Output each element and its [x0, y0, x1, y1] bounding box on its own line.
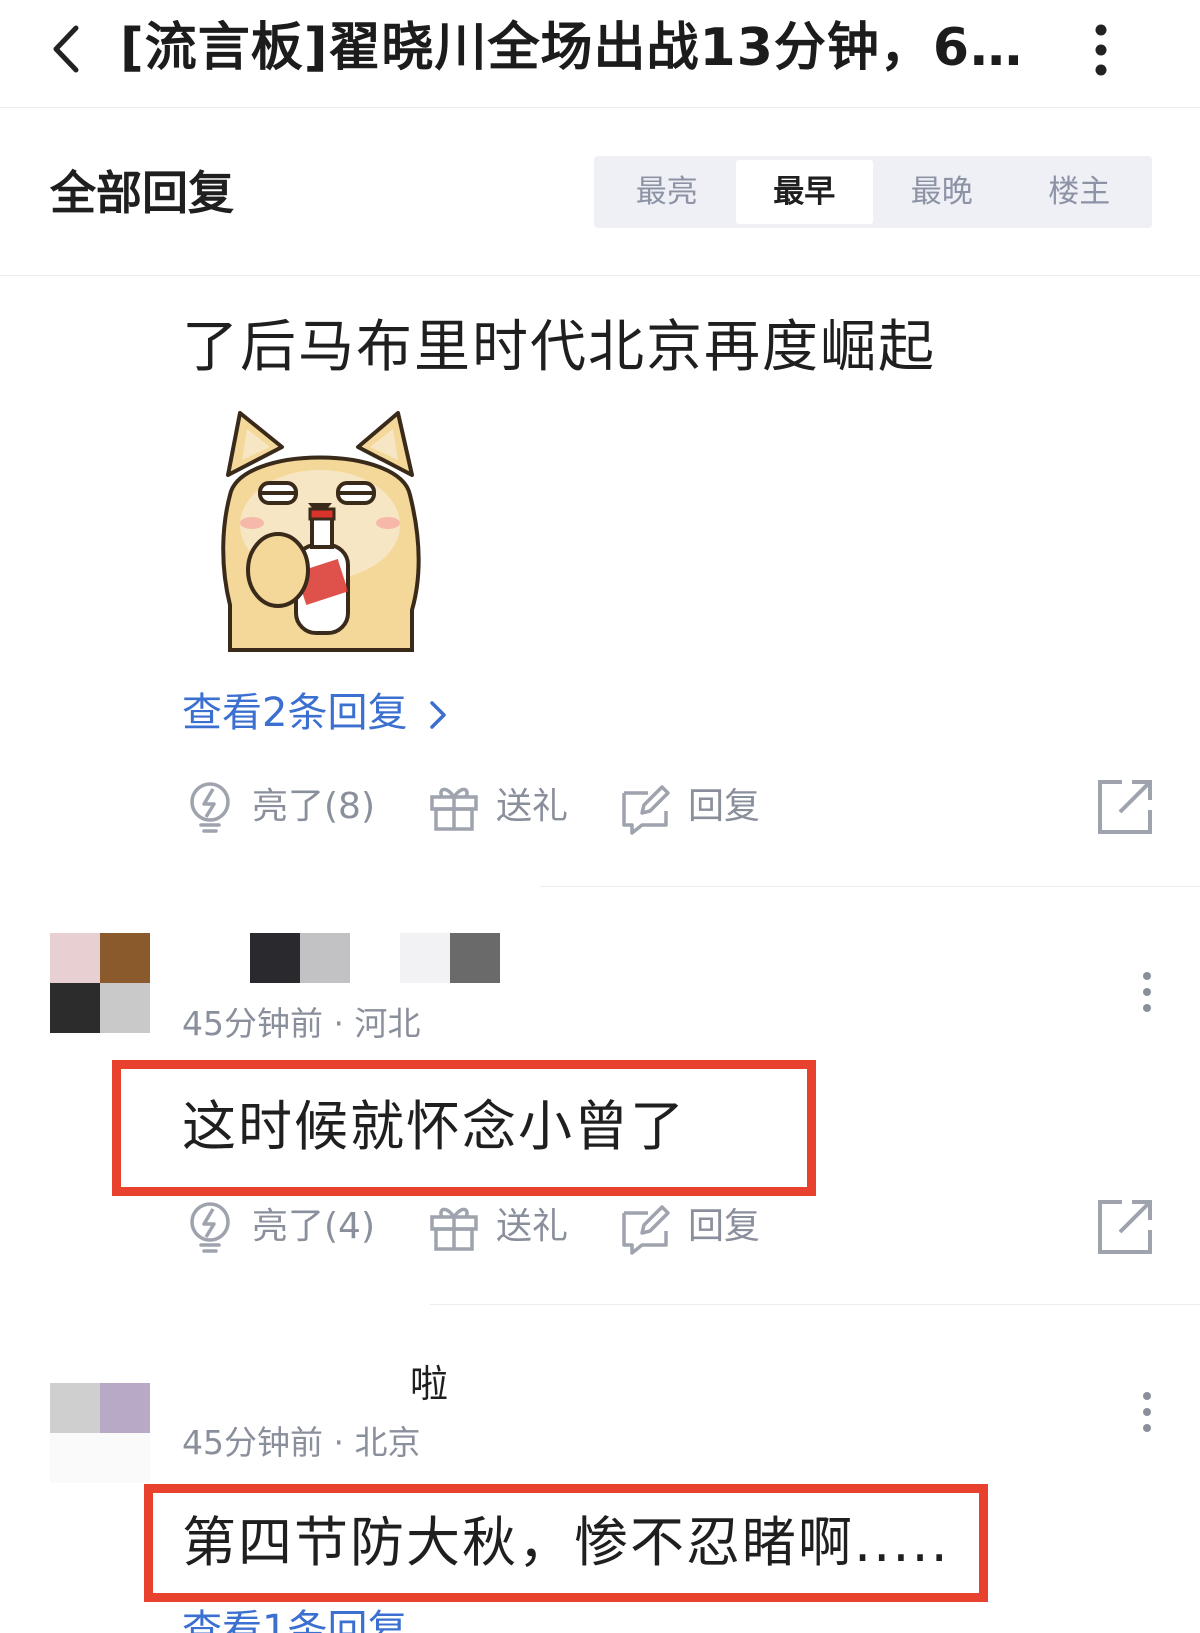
divider — [430, 1304, 1200, 1305]
reply-button[interactable]: 回复 — [618, 1192, 760, 1262]
replies-header: 全部回复 最亮 最早 最晚 楼主 — [0, 108, 1200, 276]
view-replies-link[interactable]: 查看2条回复 — [182, 685, 450, 741]
more-vertical-icon — [1143, 1392, 1151, 1432]
more-vertical-icon — [1095, 24, 1107, 76]
comment-more-button[interactable] — [1132, 1382, 1162, 1442]
comment-text: 这时候就怀念小曾了 — [182, 1095, 686, 1158]
comment-meta: 45分钟前 · 北京 — [182, 1423, 421, 1462]
chevron-right-icon — [430, 701, 446, 729]
username-redacted — [400, 933, 500, 983]
view-replies-link[interactable]: 查看1条回复 — [182, 1602, 407, 1633]
tab-brightest[interactable]: 最亮 — [598, 160, 736, 224]
username-partial: 啦 — [410, 1362, 449, 1406]
dog-sticker-icon — [221, 411, 421, 652]
more-vertical-icon — [1143, 972, 1151, 1012]
username-redacted — [250, 933, 350, 983]
tab-latest[interactable]: 最晚 — [873, 160, 1011, 224]
sort-tabs: 最亮 最早 最晚 楼主 — [594, 156, 1152, 228]
share-button[interactable] — [1094, 776, 1156, 838]
comment-actions: 亮了(4) 送礼 回复 — [0, 1192, 1200, 1262]
like-button[interactable]: 亮了(4) — [182, 1192, 375, 1262]
back-button[interactable] — [34, 14, 104, 84]
avatar[interactable] — [50, 933, 150, 1033]
lightbulb-icon — [190, 1202, 230, 1253]
reply-button[interactable]: 回复 — [618, 772, 760, 842]
edit-reply-icon — [622, 785, 670, 835]
more-options-button[interactable] — [1076, 14, 1126, 84]
share-button[interactable] — [1094, 1196, 1156, 1258]
lightbulb-icon — [190, 782, 230, 833]
tab-op-only[interactable]: 楼主 — [1011, 160, 1149, 224]
gift-icon — [430, 1207, 478, 1251]
gift-icon — [430, 787, 478, 831]
gift-button[interactable]: 送礼 — [426, 1192, 568, 1262]
sticker-image — [200, 405, 440, 655]
edit-reply-icon — [622, 1205, 670, 1255]
divider — [540, 886, 1200, 887]
back-arrow-icon — [53, 25, 79, 73]
comment-meta: 45分钟前 · 河北 — [182, 1004, 421, 1043]
tab-earliest[interactable]: 最早 — [735, 160, 873, 224]
gift-button[interactable]: 送礼 — [426, 772, 568, 842]
page-title: [流言板]翟晓川全场出战13分钟，6… — [120, 18, 1024, 78]
section-title: 全部回复 — [50, 166, 234, 220]
avatar[interactable] — [50, 1383, 150, 1483]
like-button[interactable]: 亮了(8) — [182, 772, 375, 842]
thread-page: [流言板]翟晓川全场出战13分钟，6… 全部回复 最亮 最早 最晚 楼主 了后马… — [0, 0, 1200, 1633]
comment-text: 第四节防大秋，惨不忍睹啊..... — [182, 1511, 950, 1574]
share-icon — [1098, 1200, 1152, 1254]
share-icon — [1098, 780, 1152, 834]
comment-text: 了后马布里时代北京再度崛起 — [182, 315, 936, 380]
comment-more-button[interactable] — [1132, 962, 1162, 1022]
comment-actions: 亮了(8) 送礼 回复 — [0, 772, 1200, 842]
top-bar: [流言板]翟晓川全场出战13分钟，6… — [0, 0, 1200, 108]
